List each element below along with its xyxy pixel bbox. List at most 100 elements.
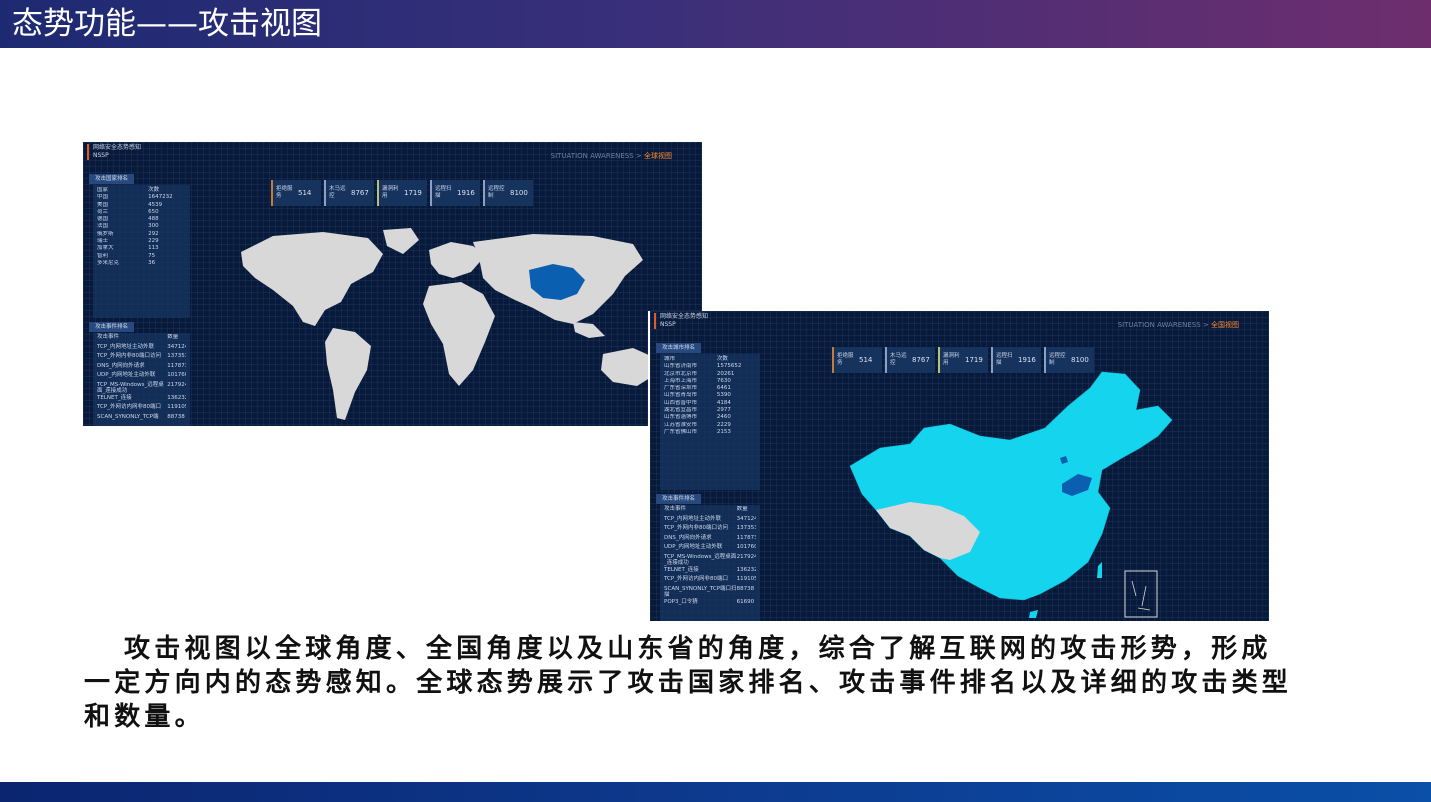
north-america[interactable] bbox=[241, 232, 383, 326]
china-map[interactable] bbox=[840, 366, 1180, 621]
greenland[interactable] bbox=[383, 228, 419, 254]
table-row[interactable]: 多米尼克 36 bbox=[97, 260, 186, 267]
stat-card[interactable]: 远程控制 8100 bbox=[483, 180, 533, 206]
cell: TCP_外网访内网非80端口 bbox=[97, 404, 161, 410]
table-row[interactable]: 山东省济南市 1575652 bbox=[664, 363, 756, 370]
event-ranking-panel: 攻击事件 数量 TCP_内网地址主动外联 347124 TCP_外网内非80端口访问… bbox=[660, 505, 760, 621]
table-row[interactable]: DNS_内网向外请求 117873 bbox=[664, 535, 756, 545]
hainan[interactable] bbox=[1029, 610, 1038, 618]
table-row[interactable]: TCP_内网地址主动外联 347124 bbox=[97, 344, 186, 354]
stat-card[interactable]: 漏洞利用 1719 bbox=[377, 180, 427, 206]
table-row[interactable]: TCP_MS-Windows_远程桌面_连接成功217924 bbox=[664, 554, 756, 567]
table-row[interactable]: TCP_外网访内网非80端口 119105 bbox=[664, 576, 756, 586]
cell: 20261 bbox=[716, 370, 735, 377]
event-panel-title: 攻击事件排名 bbox=[656, 494, 702, 504]
south-america[interactable] bbox=[325, 328, 371, 420]
stat-value: 514 bbox=[298, 189, 312, 197]
cell: 136232 bbox=[736, 566, 756, 573]
cell: TCP_外网内非80端口访问 bbox=[664, 525, 728, 531]
stat-card[interactable]: 木马远控 8767 bbox=[324, 180, 374, 206]
cell: 山西省晋中市 bbox=[664, 399, 698, 406]
table-row[interactable]: TELNET_连接 136232 bbox=[664, 567, 756, 577]
table-row[interactable]: 瑞士 229 bbox=[97, 238, 186, 245]
stat-label: 漏洞利用 bbox=[943, 353, 960, 366]
breadcrumb-current[interactable]: 全球视图 bbox=[644, 152, 672, 160]
cell: 加拿大 bbox=[97, 245, 114, 252]
app-header: 网络安全态势感知 NSSP bbox=[87, 144, 141, 160]
cell: 俄罗斯 bbox=[97, 230, 114, 237]
cell: 101760 bbox=[736, 544, 756, 550]
table-row[interactable]: 江苏省淮安市 2229 bbox=[664, 422, 756, 429]
table-row[interactable]: 中国 1647232 bbox=[97, 194, 186, 201]
cell: 2460 bbox=[716, 414, 731, 421]
south-sea-islands bbox=[1131, 580, 1151, 611]
cell: 119105 bbox=[167, 404, 186, 410]
table-row[interactable]: POP3_口令猜 61690 bbox=[664, 599, 756, 609]
city-ranking-panel: 城市 次数 山东省济南市 1575652 北京市北京市 20261 上海市上海市 763… bbox=[660, 354, 760, 490]
stat-value: 8767 bbox=[912, 356, 930, 364]
cell: 137353 bbox=[736, 525, 756, 531]
table-row[interactable]: 北京市北京市 20261 bbox=[664, 371, 756, 378]
table-row[interactable]: 湖北省宜昌市 2977 bbox=[664, 407, 756, 414]
column-header: 攻击事件 bbox=[97, 334, 120, 340]
table-row[interactable]: 广东省深圳市 6461 bbox=[664, 385, 756, 392]
stat-card[interactable]: 拒绝服务 514 bbox=[271, 180, 321, 206]
cell: SCAN_SYNONLY_TCP端 bbox=[97, 413, 159, 420]
table-row[interactable]: 山东省淄博市 2460 bbox=[664, 414, 756, 421]
table-row[interactable]: 美国 4539 bbox=[97, 202, 186, 209]
table-row[interactable]: SCAN_SYNONLY_TCP端 88738 bbox=[97, 414, 186, 424]
breadcrumb: SITUATION AWARENESS > 全球视图 bbox=[551, 151, 672, 161]
column-header: 次数 bbox=[148, 187, 160, 193]
stat-card[interactable]: 远程扫描 1916 bbox=[430, 180, 480, 206]
cell: 美国 bbox=[97, 201, 109, 208]
cell: TCP_内网地址主动外联 bbox=[664, 515, 721, 522]
table-row[interactable]: 加拿大 113 bbox=[97, 245, 186, 252]
cell: TCP_外网内非80端口访问 bbox=[97, 353, 161, 359]
table-row[interactable]: 广东省佛山市 2153 bbox=[664, 429, 756, 436]
cell: 117873 bbox=[736, 534, 756, 541]
cell: 山东省淄博市 bbox=[664, 414, 698, 421]
table-row[interactable]: TCP_外网内非80端口访问 137353 bbox=[97, 353, 186, 363]
cell: 德国 bbox=[97, 216, 109, 223]
cell: 75 bbox=[148, 252, 156, 259]
table-row[interactable]: 山西省晋中市 4184 bbox=[664, 400, 756, 407]
china-mainland[interactable] bbox=[849, 371, 1173, 601]
stat-value: 1719 bbox=[965, 356, 983, 364]
cell: 江苏省淮安市 bbox=[664, 421, 698, 428]
table-row[interactable]: TCP_内网地址主动外联 347124 bbox=[664, 516, 756, 526]
cell: 北京市北京市 bbox=[664, 370, 698, 377]
breadcrumb-current[interactable]: 全国视图 bbox=[1211, 321, 1239, 329]
table-row[interactable]: DNS_内网向外请求 117873 bbox=[97, 363, 186, 373]
table-row[interactable]: UDP_内网地址主动外联 101760 bbox=[97, 372, 186, 382]
southeast-asia[interactable] bbox=[573, 322, 605, 338]
table-row[interactable]: TCP_MS-Windows_远程桌面_连接成功217924 bbox=[97, 382, 186, 395]
taiwan[interactable] bbox=[1097, 562, 1102, 578]
table-row[interactable]: 智利 75 bbox=[97, 253, 186, 260]
column-header: 攻击事件 bbox=[664, 506, 687, 512]
africa[interactable] bbox=[423, 282, 495, 386]
cell: TELNET_连接 bbox=[664, 566, 699, 573]
city-panel-title: 攻击城市排名 bbox=[656, 343, 702, 353]
table-row[interactable]: 荷兰 650 bbox=[97, 209, 186, 216]
table-row[interactable]: TCP_外网内非80端口访问 137353 bbox=[664, 525, 756, 535]
table-row[interactable]: SCAN_SYNONLY_TCP端口扫描 88738 bbox=[664, 586, 756, 599]
global-view-screenshot: 网络安全态势感知 NSSP SITUATION AWARENESS > 全球视图… bbox=[83, 142, 702, 426]
table-row[interactable]: 上海市上海市 7630 bbox=[664, 378, 756, 385]
table-row[interactable]: 俄罗斯 292 bbox=[97, 231, 186, 238]
app-title: 网络安全态势感知 bbox=[660, 313, 709, 320]
stat-value: 514 bbox=[859, 356, 873, 364]
stat-label: 木马远控 bbox=[890, 353, 907, 366]
cell: SCAN_SYNONLY_TCP端口扫描 bbox=[664, 585, 737, 599]
cell: 4184 bbox=[716, 399, 731, 406]
australia[interactable] bbox=[601, 348, 653, 386]
cell: 61690 bbox=[736, 598, 755, 605]
table-row[interactable]: TELNET_连接 136232 bbox=[97, 395, 186, 405]
table-row[interactable]: 德国 488 bbox=[97, 216, 186, 223]
table-row[interactable]: 山东省青岛市 5390 bbox=[664, 392, 756, 399]
china-view-screenshot: 网络安全态势感知 NSSP SITUATION AWARENESS > 全国视图… bbox=[650, 311, 1269, 621]
table-row[interactable]: TCP_外网访内网非80端口 119105 bbox=[97, 404, 186, 414]
table-row[interactable]: UDP_内网地址主动外联 101760 bbox=[664, 544, 756, 554]
cell: TCP_外网访内网非80端口 bbox=[664, 576, 728, 582]
table-row[interactable]: 法国 300 bbox=[97, 223, 186, 230]
world-map[interactable] bbox=[233, 224, 702, 426]
